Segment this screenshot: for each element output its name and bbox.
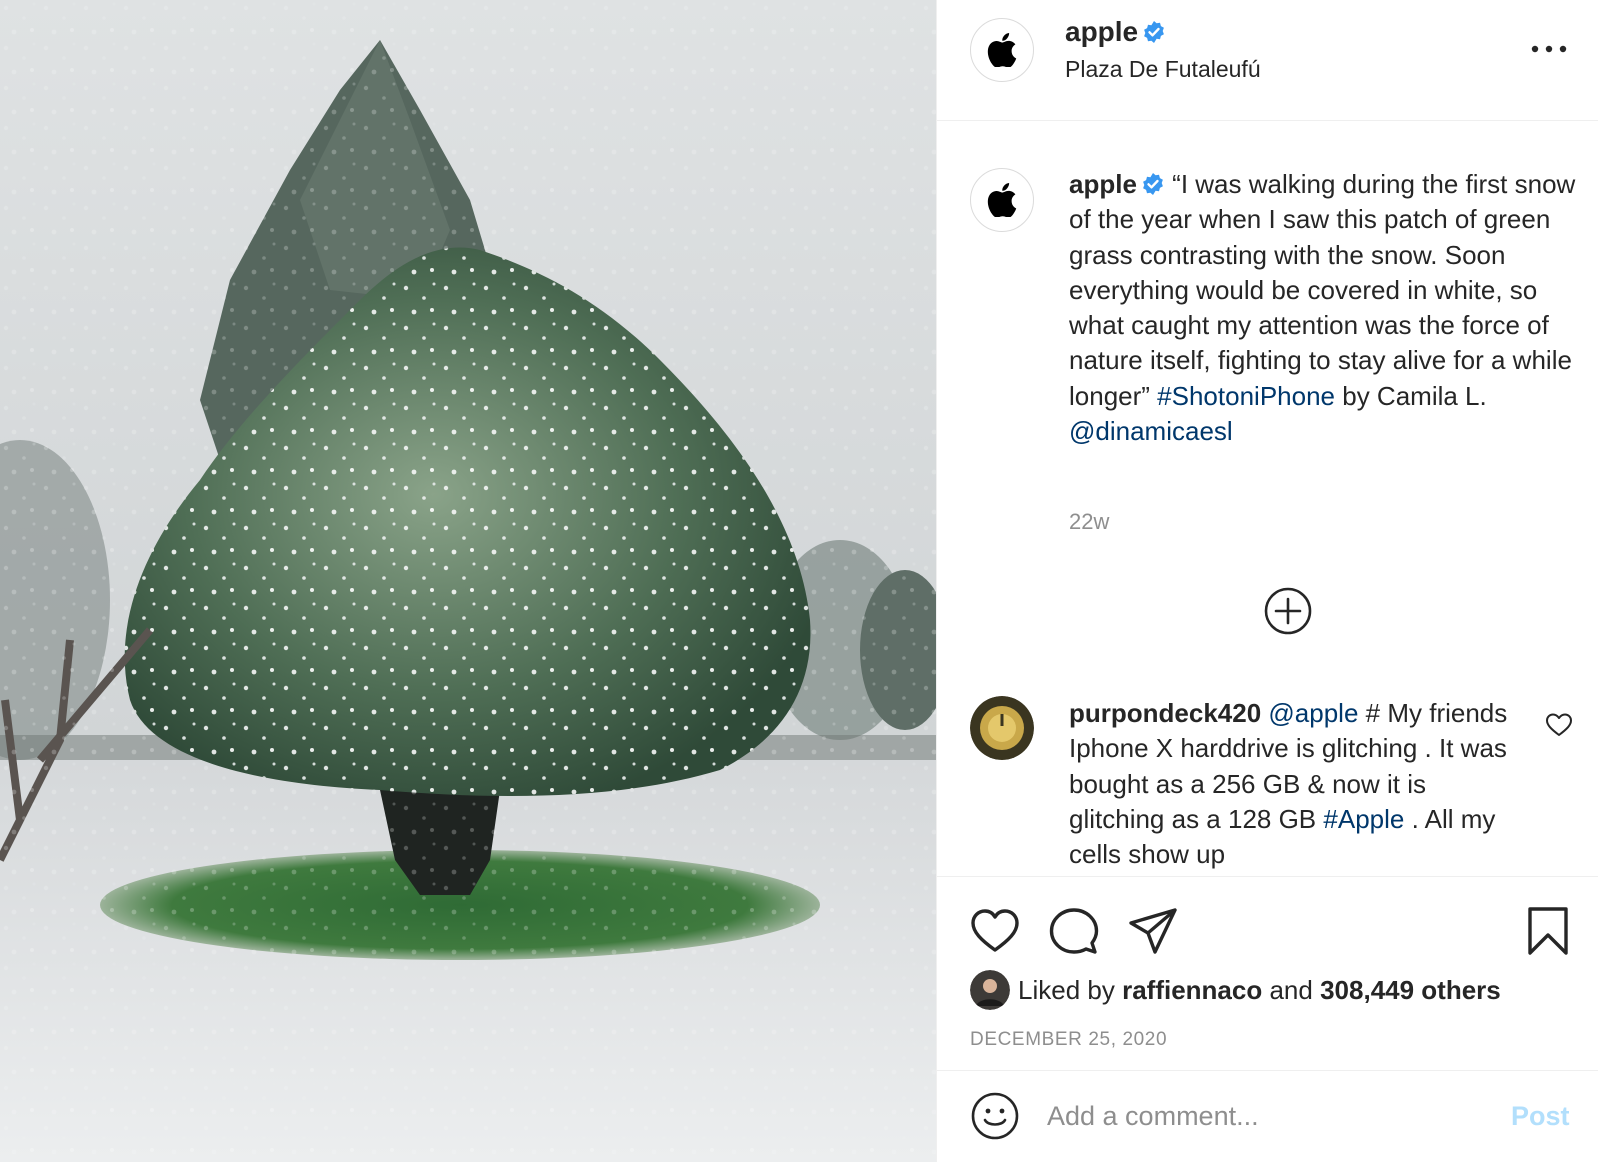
add-circle-icon[interactable] (1263, 586, 1313, 636)
caption-timestamp[interactable]: 22w (1069, 509, 1109, 535)
comment-hashtag[interactable]: #Apple (1323, 804, 1404, 834)
more-options-icon[interactable] (1527, 34, 1571, 64)
comment-username[interactable]: purpondeck420 (1069, 698, 1261, 728)
add-comment-bar: Post (937, 1070, 1598, 1162)
caption-credit: by Camila L. (1342, 380, 1487, 411)
commenter-avatar[interactable] (970, 696, 1034, 760)
comment-mention[interactable]: @apple (1268, 698, 1358, 728)
author-username-text[interactable]: apple (1065, 16, 1138, 47)
caption-author-avatar[interactable] (970, 168, 1034, 232)
likes-others-count[interactable]: 308,449 others (1320, 975, 1501, 1005)
author-avatar[interactable] (970, 18, 1034, 82)
emoji-icon[interactable] (970, 1091, 1020, 1141)
caption-username[interactable]: apple (1069, 169, 1137, 199)
liker-avatar[interactable] (970, 970, 1010, 1010)
post-comment-button[interactable]: Post (1511, 1101, 1570, 1132)
likes-prefix: Liked by (1018, 974, 1115, 1005)
heart-icon[interactable] (1545, 711, 1573, 739)
likes-summary: Liked by raffiennaco and 308,449 others (970, 969, 1501, 1011)
post-location[interactable]: Plaza De Futaleufú (1065, 56, 1261, 83)
post-side-panel: apple Plaza De Futaleufú apple “I was wa… (936, 0, 1598, 1162)
comments-section[interactable]: apple “I was walking during the first sn… (937, 121, 1598, 876)
likes-middle: and (1269, 974, 1313, 1005)
volume-knob-avatar-icon (970, 696, 1034, 760)
caption-text: “I was walking during the first snow of … (1069, 169, 1576, 411)
verified-badge-icon (1144, 21, 1165, 43)
comment-body: purpondeck420 @apple # My friends Iphone… (1069, 696, 1509, 872)
comment-input[interactable] (1047, 1085, 1487, 1147)
caption-hashtag[interactable]: #ShotoniPhone (1157, 381, 1335, 411)
post-header: apple Plaza De Futaleufú (937, 0, 1598, 121)
post-actions: Liked by raffiennaco and 308,449 others … (937, 876, 1598, 1070)
post-photo[interactable] (0, 0, 936, 1162)
heart-icon[interactable] (969, 905, 1021, 957)
likes-text[interactable]: Liked by raffiennaco and 308,449 others (1018, 975, 1501, 1006)
comment-bubble-icon[interactable] (1048, 905, 1100, 957)
paper-plane-icon[interactable] (1127, 905, 1179, 957)
caption-mention[interactable]: @dinamicaesl (1069, 416, 1233, 446)
author-username[interactable]: apple (1065, 16, 1166, 48)
bookmark-icon[interactable] (1522, 905, 1574, 957)
snowy-tree-image (0, 0, 936, 1162)
apple-logo-icon (987, 183, 1017, 217)
apple-logo-icon (987, 33, 1017, 67)
liker-username[interactable]: raffiennaco (1122, 975, 1262, 1005)
person-avatar-icon (970, 970, 1010, 1010)
post-caption: apple “I was walking during the first sn… (1069, 167, 1579, 449)
post-date[interactable]: DECEMBER 25, 2020 (970, 1029, 1167, 1051)
verified-badge-icon (1143, 173, 1163, 195)
